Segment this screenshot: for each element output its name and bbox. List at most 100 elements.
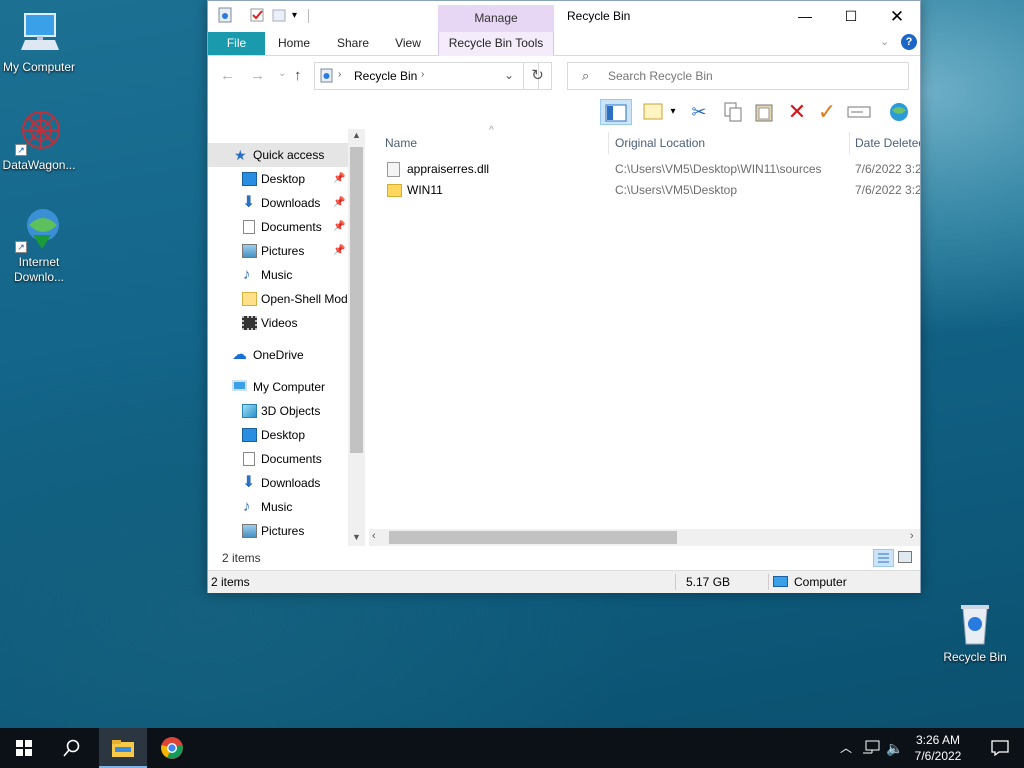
chrome-taskbar-button[interactable] [148,728,196,768]
sort-indicator-icon: ^ [489,125,494,136]
rename-icon[interactable] [846,99,872,125]
address-bar[interactable]: › Recycle Bin › ⌄ [314,62,539,90]
refresh-button[interactable]: ↻ [523,62,552,90]
minimize-button[interactable]: — [782,1,828,32]
cut-icon[interactable]: ✂ [686,99,712,125]
desktop-icon-internet-download[interactable]: ↗ Internet Downlo... [0,205,78,285]
pin-icon[interactable]: 📌 [333,215,345,239]
start-button[interactable] [0,728,48,768]
manage-context-label: Manage [438,5,554,32]
pin-icon[interactable]: 📌 [333,239,345,263]
large-icons-view-icon[interactable] [898,551,912,563]
close-button[interactable]: ✕ [874,1,920,32]
scroll-down-icon[interactable]: ▼ [352,532,361,542]
back-arrow-icon[interactable]: ← [220,67,235,84]
nav-label: 3D Objects [261,404,321,418]
scroll-right-icon[interactable]: › [910,530,914,542]
nav-item-3d-objects[interactable]: 3D Objects [208,399,348,423]
desktop-icon-recycle-bin[interactable]: Recycle Bin [936,600,1014,665]
nav-quick-access[interactable]: ★ Quick access [208,143,348,167]
up-arrow-icon[interactable]: ↑ [294,67,302,84]
scroll-up-icon[interactable]: ▲ [352,130,361,140]
horizontal-scrollbar[interactable]: ‹ › [369,529,920,546]
nav-item-pictures[interactable]: Pictures 📌 [208,239,348,263]
recycle-bin-small-icon[interactable] [217,7,235,25]
layout-dropdown-icon[interactable]: ▾ [667,99,679,125]
tab-home[interactable]: Home [269,32,319,55]
globe-icon[interactable] [886,99,912,125]
pin-icon[interactable]: 📌 [333,167,345,191]
tab-recycle-bin-tools[interactable]: Recycle Bin Tools [438,32,554,56]
new-folder-icon[interactable] [271,7,289,25]
scroll-left-icon[interactable]: ‹ [372,530,376,542]
dll-file-icon [387,162,400,177]
horizontal-scroll-thumb[interactable] [389,531,677,544]
nav-item-desktop[interactable]: Desktop 📌 [208,167,348,191]
datawagon-icon: ↗ [15,108,63,156]
notifications-icon[interactable] [976,728,1024,768]
recycle-bin-small-icon [320,68,333,83]
properties-icon[interactable] [249,7,267,25]
maximize-button[interactable]: ☐ [828,1,874,32]
help-icon[interactable]: ? [901,34,917,50]
forward-arrow-icon[interactable]: → [250,67,265,84]
nav-item-open-shell[interactable]: Open-Shell Mod [208,287,348,311]
pin-icon[interactable]: 📌 [333,191,345,215]
address-dropdown-icon[interactable]: ⌄ [504,68,514,82]
title-bar: ▾ Manage Recycle Bin — ☐ ✕ [208,1,920,32]
search-input[interactable]: ⌕ Search Recycle Bin [567,62,909,90]
tab-share[interactable]: Share [328,32,378,55]
desktop-icon-label: Internet Downlo... [13,255,65,284]
column-header-date-deleted[interactable]: Date Deleted [855,132,920,154]
nav-my-computer[interactable]: My Computer [208,375,348,399]
divider[interactable] [849,132,850,154]
desktop-icon-my-computer[interactable]: My Computer [0,10,78,75]
paste-icon[interactable] [751,99,777,125]
show-hidden-icons-icon[interactable]: ︿ [836,728,856,768]
pictures-icon [242,244,257,258]
nav-item-documents-2[interactable]: Documents [208,447,348,471]
column-header-name[interactable]: Name [385,132,417,154]
status-location: Computer [794,575,847,589]
network-icon[interactable] [860,728,882,768]
divider[interactable] [608,132,609,154]
layout-icon[interactable] [640,99,666,125]
nav-label: Downloads [261,196,321,210]
file-list: ^ Name Original Location Date Deleted ap… [365,125,920,546]
status-items: 2 items [211,575,250,589]
nav-label: Desktop [261,172,306,186]
nav-item-videos[interactable]: Videos [208,311,348,335]
pictures-icon [242,524,257,538]
nav-item-pictures-2[interactable]: Pictures [208,519,348,543]
nav-item-desktop-2[interactable]: Desktop [208,423,348,447]
breadcrumb-recycle-bin[interactable]: Recycle Bin [354,69,417,83]
status-bar: 2 items 5.17 GB Computer [208,570,920,593]
clock[interactable]: 3:26 AM 7/6/2022 [906,732,970,764]
expand-ribbon-icon[interactable]: ⌄ [880,35,889,48]
desktop-icon-datawagon[interactable]: ↗ DataWagon... [0,108,78,173]
nav-onedrive[interactable]: ☁ OneDrive [208,343,348,367]
tab-file[interactable]: File [208,32,265,55]
nav-item-music[interactable]: ♪ Music [208,263,348,287]
tab-view[interactable]: View [384,32,432,55]
details-view-icon[interactable] [873,549,894,567]
nav-scrollbar[interactable]: ▲ ▼ [348,129,365,546]
nav-item-downloads-2[interactable]: ⬇ Downloads [208,471,348,495]
column-header-original-location[interactable]: Original Location [615,132,705,154]
table-row[interactable]: appraiserres.dll C:\Users\VM5\Desktop\WI… [365,159,920,180]
explorer-window: ▾ Manage Recycle Bin — ☐ ✕ File Home Sha… [207,0,921,593]
nav-scroll-thumb[interactable] [350,147,363,453]
nav-item-downloads[interactable]: ⬇ Downloads 📌 [208,191,348,215]
nav-item-music-2[interactable]: ♪ Music [208,495,348,519]
delete-icon[interactable]: ✕ [784,99,810,125]
recent-locations-icon[interactable]: ⌄ [278,68,286,79]
file-explorer-taskbar-button[interactable] [99,728,147,768]
search-button[interactable] [48,728,96,768]
breadcrumb-chevron-icon[interactable]: › [421,69,424,80]
nav-item-documents[interactable]: Documents 📌 [208,215,348,239]
table-row[interactable]: WIN11 C:\Users\VM5\Desktop 7/6/2022 3:25 [365,180,920,201]
copy-icon[interactable] [720,99,746,125]
checkmark-icon[interactable]: ✓ [814,99,840,125]
navigation-pane-icon[interactable] [600,99,632,125]
volume-icon[interactable]: 🔈 [884,728,906,768]
